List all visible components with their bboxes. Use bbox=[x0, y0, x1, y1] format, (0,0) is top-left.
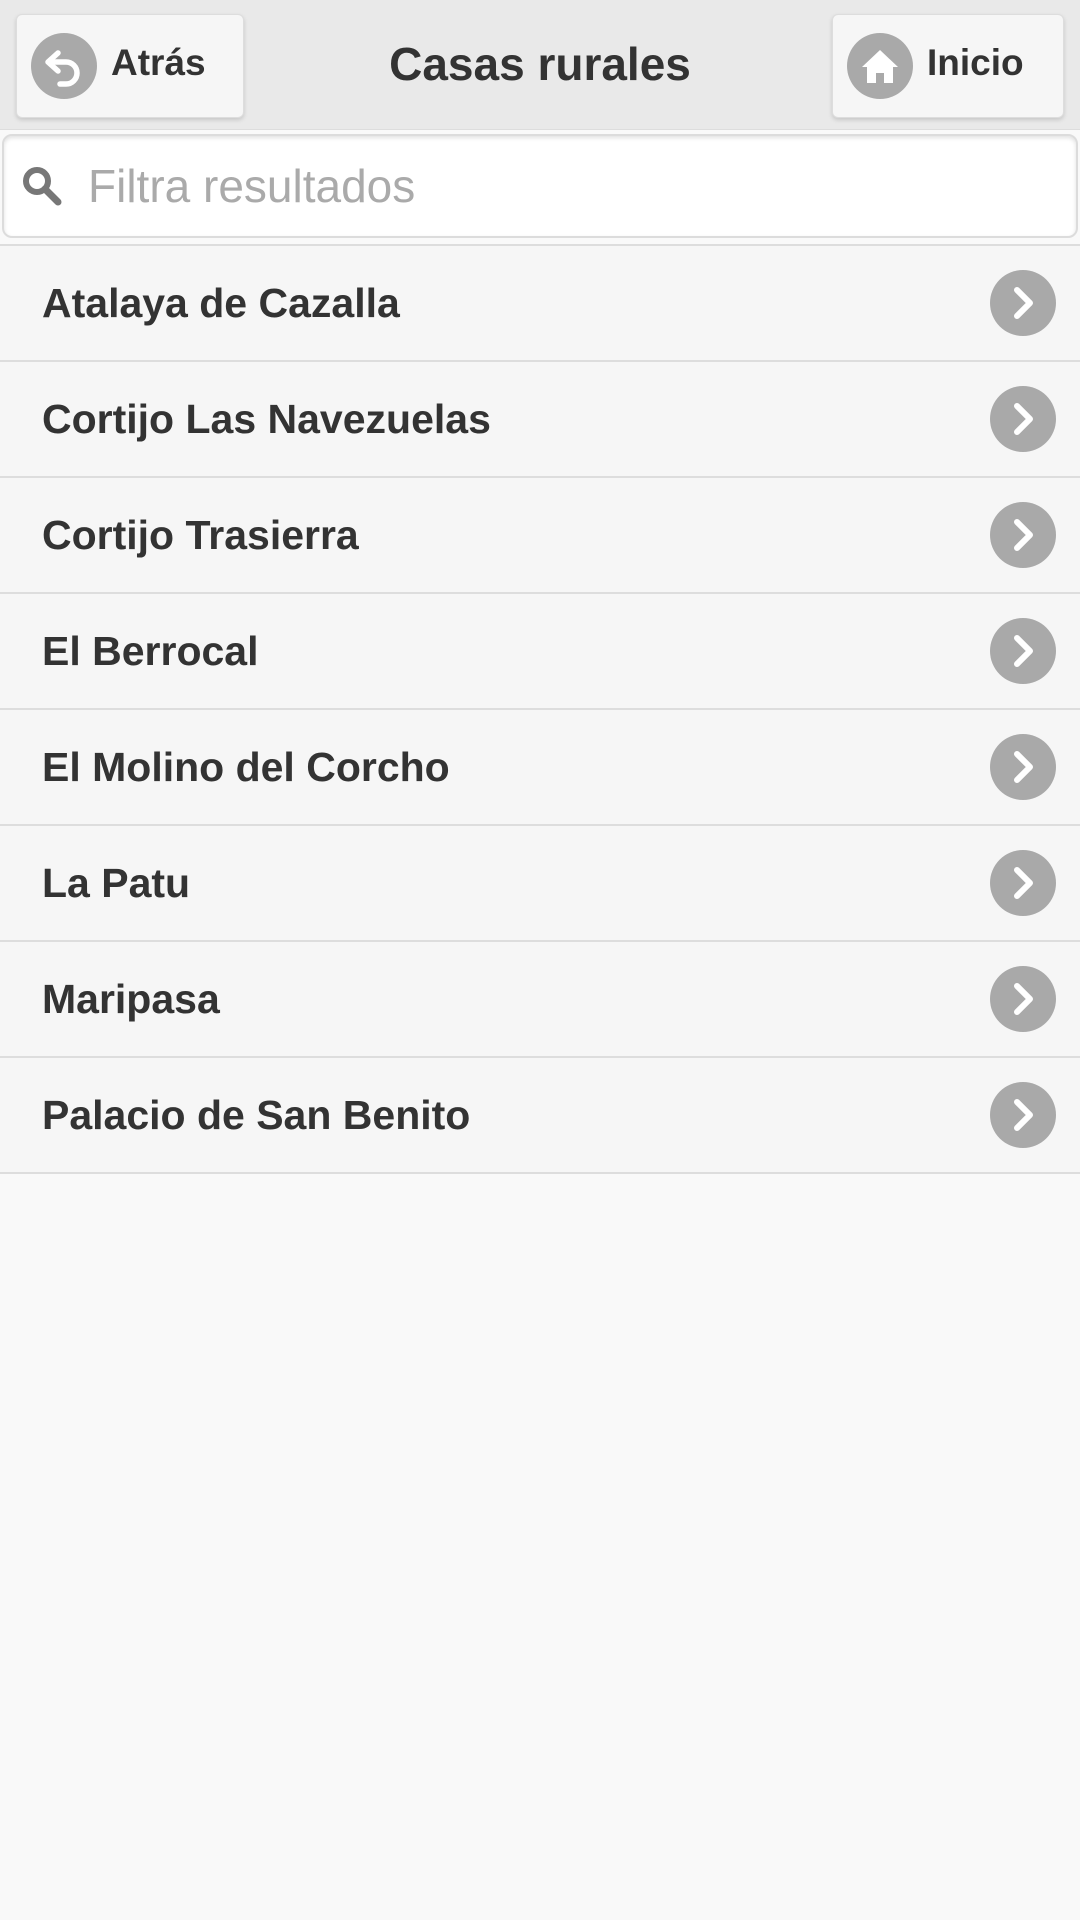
home-button[interactable]: Inicio bbox=[832, 14, 1064, 118]
list-item-label: El Berrocal bbox=[42, 628, 259, 674]
list-item[interactable]: El Berrocal bbox=[0, 594, 1080, 710]
list-item-label: Cortijo Trasierra bbox=[42, 512, 359, 558]
list-item[interactable]: Maripasa bbox=[0, 942, 1080, 1058]
list-item-label: Cortijo Las Navezuelas bbox=[42, 396, 491, 442]
home-icon bbox=[847, 33, 913, 99]
list-item[interactable]: Palacio de San Benito bbox=[0, 1058, 1080, 1174]
header-bar: Atrás Casas rurales Inicio bbox=[0, 0, 1080, 130]
chevron-right-icon bbox=[990, 618, 1056, 684]
list-item[interactable]: La Patu bbox=[0, 826, 1080, 942]
back-button[interactable]: Atrás bbox=[16, 14, 244, 118]
chevron-right-icon bbox=[990, 1082, 1056, 1148]
home-button-label: Inicio bbox=[927, 42, 1024, 83]
chevron-right-icon bbox=[990, 502, 1056, 568]
chevron-right-icon bbox=[990, 734, 1056, 800]
chevron-right-icon bbox=[990, 386, 1056, 452]
back-button-label: Atrás bbox=[111, 42, 206, 83]
list-item[interactable]: El Molino del Corcho bbox=[0, 710, 1080, 826]
chevron-right-icon bbox=[990, 966, 1056, 1032]
list-item-label: La Patu bbox=[42, 860, 191, 906]
list-item-label: Atalaya de Cazalla bbox=[42, 280, 400, 326]
list-item-label: Maripasa bbox=[42, 976, 220, 1022]
list-item-label: El Molino del Corcho bbox=[42, 744, 450, 790]
back-arrow-icon bbox=[31, 33, 97, 99]
list-item[interactable]: Cortijo Las Navezuelas bbox=[0, 362, 1080, 478]
list-item[interactable]: Cortijo Trasierra bbox=[0, 478, 1080, 594]
chevron-right-icon bbox=[990, 270, 1056, 336]
chevron-right-icon bbox=[990, 850, 1056, 916]
page-title: Casas rurales bbox=[389, 38, 691, 90]
search-bar bbox=[2, 134, 1078, 238]
search-icon bbox=[20, 164, 64, 208]
results-list: Atalaya de Cazalla Cortijo Las Navezuela… bbox=[0, 244, 1080, 1174]
list-item[interactable]: Atalaya de Cazalla bbox=[0, 246, 1080, 362]
list-item-label: Palacio de San Benito bbox=[42, 1092, 471, 1138]
search-input[interactable] bbox=[88, 144, 1058, 228]
